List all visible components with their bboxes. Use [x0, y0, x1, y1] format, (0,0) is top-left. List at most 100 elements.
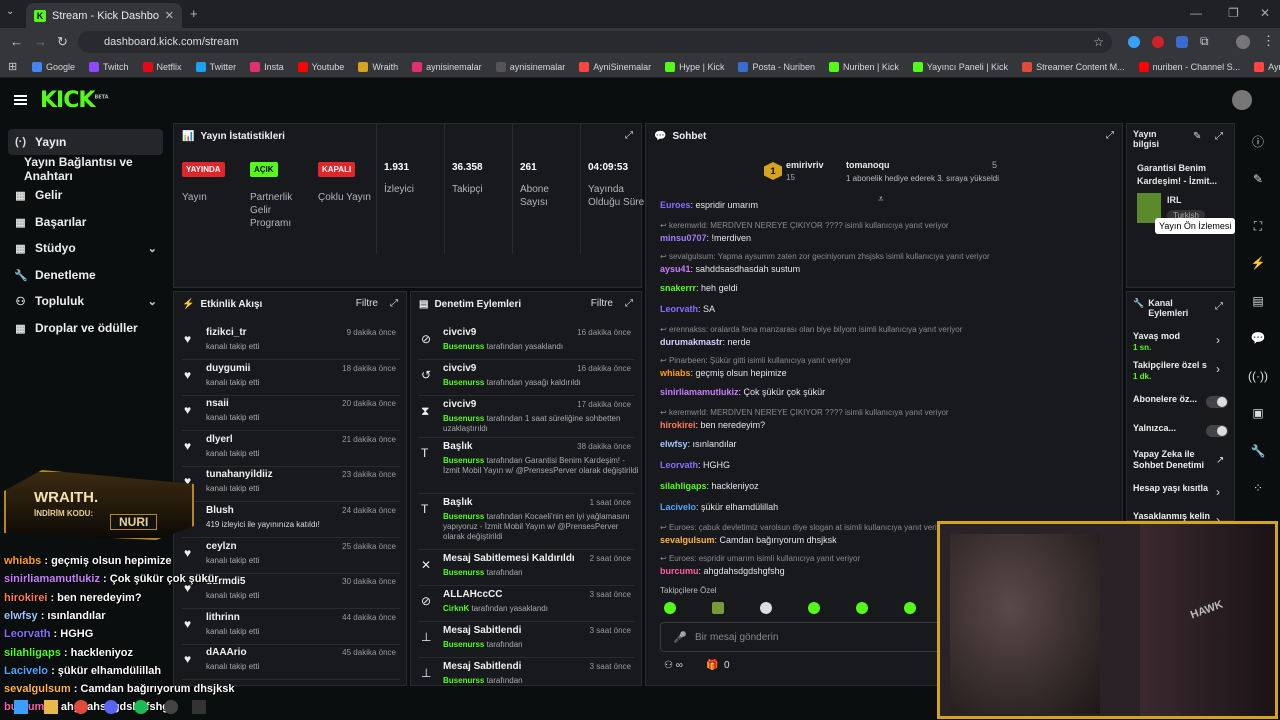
moderator-name[interactable]: Busenurss: [443, 640, 484, 649]
close-tab-icon[interactable]: ✕: [165, 9, 174, 22]
moderation-row[interactable]: ⊥ Mesaj Sabitlendi 3 saat önce Busenurss ta…: [419, 658, 635, 685]
chat-message[interactable]: sevalgulsum: Camdan bağırıyorum dhsjksk: [660, 535, 837, 545]
activity-row[interactable]: ♥ duygumii 18 dakika önce kanalı takip etti: [182, 360, 400, 396]
new-tab-icon[interactable]: +: [190, 6, 198, 21]
bookmark-item[interactable]: Twitch: [89, 61, 129, 72]
bookmark-item[interactable]: Aynı Sinemalar - Ça...: [1254, 61, 1280, 72]
bookmark-item[interactable]: Yayıncı Paneli | Kick: [912, 61, 1008, 72]
collapse-pinned-icon[interactable]: ⩡: [878, 194, 884, 205]
moderator-name[interactable]: Busenurss: [443, 676, 484, 685]
filter-button[interactable]: Filtre: [356, 298, 378, 309]
menu-icon[interactable]: [14, 95, 27, 105]
chat-message[interactable]: Euroes: espridir umarım: [660, 200, 758, 210]
reply-context[interactable]: ↩ sevalgulsum: Yapma aysumm zaten zor ge…: [660, 252, 990, 261]
reply-context[interactable]: ↩ Euroes: çabuk devletimiz varolsun diye…: [660, 523, 948, 532]
bookmark-item[interactable]: Insta: [250, 61, 284, 72]
more-options-icon[interactable]: ⁘: [1238, 477, 1278, 499]
moderation-row[interactable]: ⊘ ALLAHccCC 3 saat önce CirknK tarafından y…: [419, 586, 635, 622]
chat-message[interactable]: elwfsy: ısınlandılar: [660, 439, 737, 449]
sidebar-item[interactable]: 🔧 Denetleme: [8, 262, 163, 288]
chat-message[interactable]: burcumu: ahgdahsdgdshgfshg: [660, 566, 785, 576]
activity-row[interactable]: ♥ ceylzn 25 dakika önce kanalı takip etti: [182, 538, 400, 574]
bookmark-item[interactable]: AyniSinemalar: [579, 61, 651, 72]
bookmark-item[interactable]: Netflix: [142, 61, 182, 72]
emote-icon[interactable]: [856, 602, 868, 614]
chat-message[interactable]: snakerrr: heh geldi: [660, 283, 738, 293]
moderation-row[interactable]: T Başlık 38 dakika önce Busenurss tarafında…: [419, 438, 638, 494]
bookmark-star-icon[interactable]: ☆: [1093, 35, 1104, 49]
studio-icon[interactable]: ▣: [1238, 402, 1278, 424]
chevron-right-icon[interactable]: ›: [1216, 362, 1220, 376]
bookmark-item[interactable]: Twitter: [195, 61, 236, 72]
obs-icon[interactable]: [164, 700, 178, 714]
popout-icon[interactable]: ⤢: [390, 298, 398, 309]
file-explorer-icon[interactable]: [44, 700, 58, 714]
chat-username[interactable]: hirokirei: [660, 420, 696, 430]
moderator-name[interactable]: Busenurss: [443, 378, 484, 387]
chat-username[interactable]: Euroes: [660, 200, 691, 210]
moderator-name[interactable]: Busenurss: [443, 568, 484, 577]
microphone-icon[interactable]: 🎤: [673, 631, 687, 644]
url-bar[interactable]: dashboard.kick.com/stream ☆: [78, 31, 1112, 53]
chat-username[interactable]: aysu41: [660, 264, 691, 274]
moderation-row[interactable]: ↺ civciv9 16 dakika önce Busenurss tarafınd…: [419, 360, 635, 396]
chat-message[interactable]: aysu41: sahddsasdhasdah sustum: [660, 264, 800, 274]
reload-icon[interactable]: ↻: [57, 34, 68, 50]
pinned-user[interactable]: emirivriv: [786, 160, 824, 170]
bookmark-item[interactable]: Youtube: [297, 61, 344, 72]
forward-icon[interactable]: →: [34, 34, 47, 49]
minimize-icon[interactable]: —: [1190, 6, 1202, 20]
emote-icon[interactable]: [904, 602, 916, 614]
reply-context[interactable]: ↩ keremwrld: MERDİVEN NEREYE ÇIKIYOR ???…: [660, 408, 949, 417]
activity-row[interactable]: ♥ dlyerl 21 dakika önce kanalı takip etti: [182, 431, 400, 467]
document-icon[interactable]: ▤: [1238, 290, 1278, 312]
moderation-row[interactable]: ⧗ civciv9 17 dakika önce Busenurss tarafınd…: [419, 396, 635, 438]
discord-icon[interactable]: [104, 700, 118, 714]
sidebar-item[interactable]: ▦ Stüdyo ⌄: [8, 235, 163, 261]
back-icon[interactable]: ←: [10, 34, 23, 49]
bookmark-item[interactable]: Wraith: [358, 61, 398, 72]
close-window-icon[interactable]: ✕: [1260, 6, 1270, 20]
chat-username[interactable]: sinirliamamutlukiz: [660, 387, 739, 397]
chat-message[interactable]: Lacivelo: şükür elhamdülillah: [660, 502, 778, 512]
browser-tab[interactable]: K Stream - Kick Dashboard ✕: [26, 3, 182, 28]
moderation-row[interactable]: ⊘ civciv9 16 dakika önce Busenurss tarafınd…: [419, 324, 635, 360]
activity-row[interactable]: ⇆Blush24 dakika önce419 izleyici ile yay…: [182, 502, 400, 538]
category-label[interactable]: IRL: [1167, 195, 1182, 205]
gift-icon[interactable]: 🎁: [706, 660, 718, 671]
tab-search-icon[interactable]: ⌄: [6, 6, 14, 17]
activity-row[interactable]: ♥ tunahanyildiiz 23 dakika önce kanalı taki…: [182, 466, 400, 503]
chat-message[interactable]: hirokirei: ben neredeyim?: [660, 420, 765, 430]
bookmark-item[interactable]: Posta - Nuriben: [738, 61, 815, 72]
chat-username[interactable]: Lacivelo: [660, 502, 696, 512]
chat-message[interactable]: minsu0707: !merdiven: [660, 233, 751, 243]
terminal-icon[interactable]: [192, 700, 206, 714]
popout-icon[interactable]: ⤢: [1215, 131, 1223, 142]
user-avatar[interactable]: [1232, 90, 1252, 110]
chat-username[interactable]: whiabs: [660, 368, 691, 378]
reply-context[interactable]: ↩ keremwrld: MERDİVEN NEREYE ÇIKIYOR ???…: [660, 221, 949, 230]
spotify-icon[interactable]: [134, 700, 148, 714]
extension-icon[interactable]: [1128, 36, 1140, 48]
bookmark-item[interactable]: Hype | Kick: [665, 61, 724, 72]
chat-username[interactable]: sevalgulsum: [660, 535, 715, 545]
bookmark-item[interactable]: Google: [32, 61, 75, 72]
external-link-icon[interactable]: ↗: [1216, 455, 1224, 466]
reply-context[interactable]: ↩ Pinarbeen: Şükür gitti isimli kullanıc…: [660, 356, 851, 365]
activity-row[interactable]: ♥ dAAArio 45 dakika önce kanalı takip etti: [182, 644, 400, 681]
chat-message[interactable]: Leorvath: HGHG: [660, 460, 730, 470]
emote-icon[interactable]: [712, 602, 724, 614]
moderator-name[interactable]: Busenurss: [443, 414, 484, 423]
chat-username[interactable]: burcumu: [660, 566, 699, 576]
channel-action-item[interactable]: Hesap yaşı kısıtla: [1133, 483, 1223, 494]
users-icon[interactable]: ⚇ ∞: [664, 660, 683, 671]
broadcast-icon[interactable]: ((·)): [1238, 365, 1278, 387]
moderation-row[interactable]: ⊥ Mesaj Sabitlendi 3 saat önce Busenurss ta…: [419, 622, 635, 658]
extension-icon[interactable]: [1176, 36, 1188, 48]
bolt-icon[interactable]: ⚡: [1238, 252, 1278, 274]
channel-action-item[interactable]: Yapay Zeka ile Sohbet Denetimi: [1133, 449, 1223, 471]
moderator-name[interactable]: CirknK: [443, 604, 469, 613]
chat-message[interactable]: durumakmastr: nerde: [660, 337, 751, 347]
toggle-switch[interactable]: [1206, 425, 1228, 437]
activity-row[interactable]: ♥ nsaii 20 dakika önce kanalı takip etti: [182, 395, 400, 432]
